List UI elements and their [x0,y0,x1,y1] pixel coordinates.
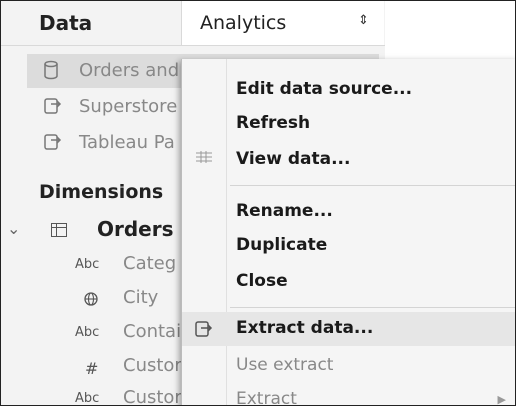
tab-data[interactable]: Data [39,11,92,35]
menu-item-label: Edit data source... [236,79,413,99]
tab-analytics[interactable]: Analytics ⇕ [181,1,384,45]
menu-item-refresh[interactable]: Refresh [182,107,515,141]
menu-item-rename[interactable]: Rename... [182,195,515,229]
data-source-label: Tableau Pa [79,132,175,153]
menu-item-label: Extract data... [236,318,374,338]
table-name: Orders [97,217,174,241]
data-source-label: Orders and [79,60,180,81]
menu-item-extract-data[interactable]: Extract data... [182,312,515,346]
field-name: Categ [123,253,177,274]
menu-item-use-extract[interactable]: Use extract [182,349,515,383]
tab-analytics-label: Analytics [200,12,287,34]
extract-icon [194,319,213,337]
globe-icon [75,291,115,311]
pane-header: Data Analytics ⇕ [1,1,385,46]
extract-datasource-icon [43,132,63,152]
menu-item-label: Rename... [236,201,333,221]
chevron-down-icon[interactable]: ⌄ [7,219,20,238]
extract-datasource-icon [43,96,63,116]
menu-item-edit-data-source[interactable]: Edit data source... [182,73,515,107]
window: Data Analytics ⇕ Orders and Superstore T… [0,0,516,406]
field-name: Contai [123,321,182,342]
menu-item-label: Refresh [236,113,311,133]
dimensions-heading: Dimensions [39,181,164,203]
database-cylinder-icon [43,60,63,80]
menu-divider [230,307,515,308]
field-name: Custor [123,387,182,406]
string-type-icon: Abc [75,257,100,272]
number-type-icon: # [85,359,99,378]
table-icon [51,223,67,237]
menu-item-close[interactable]: Close [182,265,515,299]
menu-item-duplicate[interactable]: Duplicate [182,229,515,263]
menu-item-label: Extract [236,389,297,406]
string-type-icon: Abc [75,325,100,340]
menu-item-extract-submenu[interactable]: Extract ▶ [182,383,515,406]
menu-item-view-data[interactable]: View data... [182,143,515,177]
context-menu: Edit data source... Refresh View data...… [181,59,515,406]
string-type-icon: Abc [75,391,100,406]
field-name: City [123,287,159,308]
data-source-label: Superstore [79,96,178,117]
sort-updown-icon[interactable]: ⇕ [358,13,369,28]
grid-view-icon [196,151,214,169]
submenu-arrow-icon: ▶ [497,393,506,406]
menu-item-label: Duplicate [236,235,328,255]
menu-divider [230,185,515,186]
menu-item-label: Close [236,271,288,291]
menu-item-label: Use extract [236,355,334,375]
menu-item-label: View data... [236,149,351,169]
field-name: Custor [123,355,182,376]
